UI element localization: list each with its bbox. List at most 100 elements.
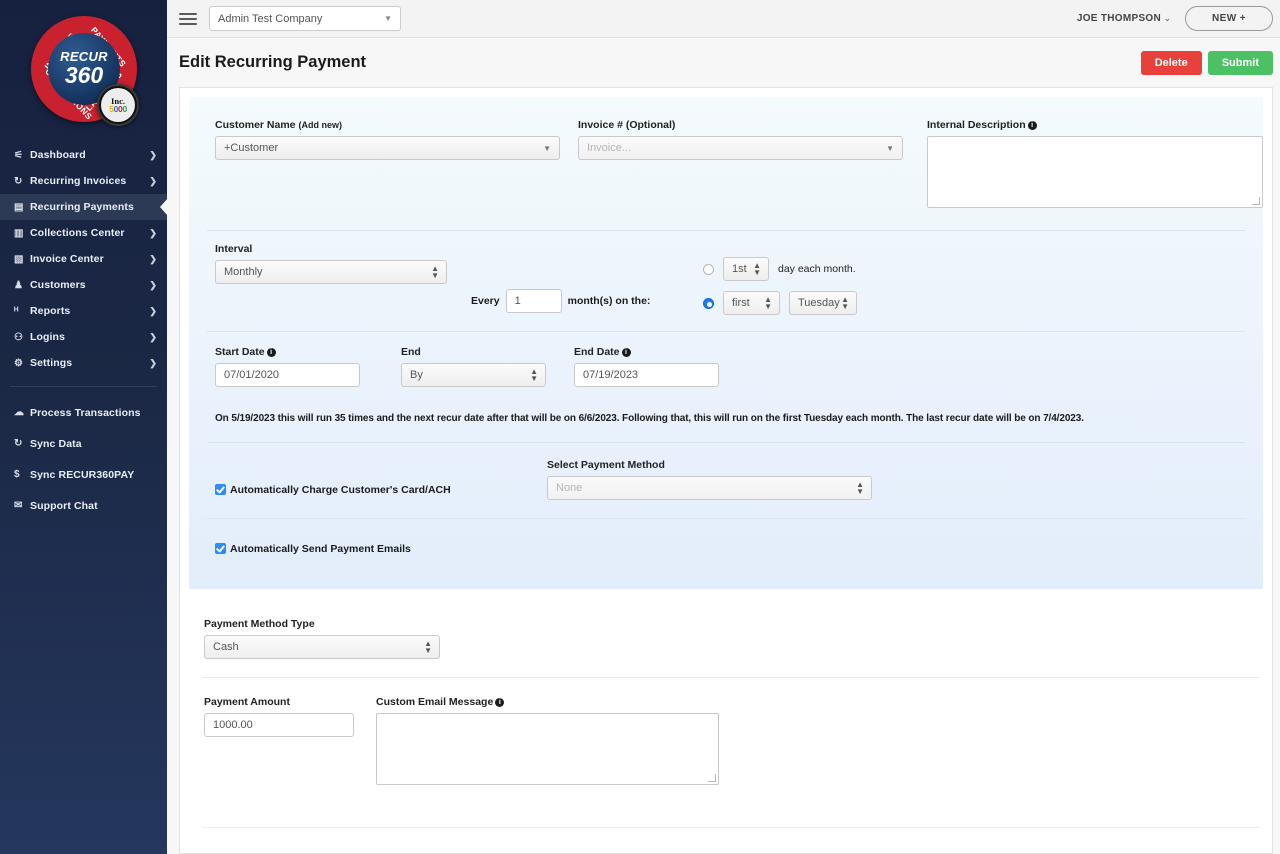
sidebar-item-settings[interactable]: ⚙ Settings ❯ xyxy=(0,350,167,376)
dollar-icon: $ xyxy=(14,469,20,480)
chevron-right-icon: ❯ xyxy=(149,227,157,238)
row-auto-email: Automatically Send Payment Emails xyxy=(189,519,1263,583)
chevron-right-icon: ❯ xyxy=(149,305,157,316)
custom-email-message-textarea[interactable] xyxy=(376,713,719,785)
internal-description-field: Internal Description i xyxy=(927,119,1263,208)
stepper-icon: ▲ ▼ xyxy=(431,264,439,280)
submit-button[interactable]: Submit xyxy=(1207,50,1273,75)
internal-description-textarea[interactable] xyxy=(927,136,1263,208)
customer-name-label: Customer Name (Add new) xyxy=(215,119,342,131)
end-date-label: End Date i xyxy=(574,346,719,358)
payment-method-type-select[interactable]: Cash ▲ ▼ xyxy=(204,635,440,659)
weekday-select[interactable]: Tuesday ▲ ▼ xyxy=(789,291,857,315)
row-dates: Start Date i 07/01/2020 End By ▲ ▼ End D… xyxy=(189,332,1263,395)
sidebar-item-dashboard[interactable]: ⚟ Dashboard ❯ xyxy=(0,142,167,168)
auto-charge-text: Automatically Charge Customer's Card/ACH xyxy=(230,484,451,496)
chevron-down-icon: ▼ xyxy=(543,143,551,153)
sidebar-item-recurring-payments[interactable]: ▤ Recurring Payments xyxy=(0,194,167,220)
info-icon[interactable]: i xyxy=(621,348,631,357)
invoice-select[interactable]: Invoice... ▼ xyxy=(578,136,903,160)
row-auto-charge: Automatically Charge Customer's Card/ACH… xyxy=(189,443,1263,518)
sidebar-item-process-transactions[interactable]: ☁ Process Transactions xyxy=(0,397,167,428)
row-customer-invoice-description: Customer Name (Add new) +Customer ▼ Invo… xyxy=(189,97,1263,230)
day-of-month-radio[interactable] xyxy=(703,263,714,275)
invoice-field: Invoice # (Optional) Invoice... ▼ xyxy=(578,119,903,208)
week-ordinal-select[interactable]: first ▲ ▼ xyxy=(723,291,780,315)
sidebar-item-label: Process Transactions xyxy=(30,406,141,419)
end-field: End By ▲ ▼ xyxy=(401,346,546,387)
end-select[interactable]: By ▲ ▼ xyxy=(401,363,546,387)
sidebar-item-invoice-center[interactable]: ▧ Invoice Center ❯ xyxy=(0,246,167,272)
auto-email-text: Automatically Send Payment Emails xyxy=(230,543,411,555)
start-date-input[interactable]: 07/01/2020 xyxy=(215,363,360,387)
info-icon[interactable]: i xyxy=(266,348,276,357)
sidebar-item-recurring-invoices[interactable]: ↻ Recurring Invoices ❯ xyxy=(0,168,167,194)
company-selector[interactable]: Admin Test Company ▼ xyxy=(209,6,401,31)
sidebar-item-sync-data[interactable]: ↻ Sync Data xyxy=(0,428,167,459)
internal-description-label: Internal Description i xyxy=(927,119,1263,131)
brand-logo[interactable]: INVOICES PAYMENTS COLLECTIONS LATE FEES … xyxy=(0,0,167,140)
customer-field: Customer Name (Add new) +Customer ▼ xyxy=(215,119,560,208)
new-button[interactable]: NEW + xyxy=(1185,6,1273,31)
sidebar-item-label: Customers xyxy=(30,279,86,291)
sidebar-item-sync-recur360pay[interactable]: $ Sync RECUR360PAY xyxy=(0,459,167,490)
recurrence-pattern-group: 1st ▲ ▼ day each month. first ▲ ▼ Tuesda… xyxy=(703,243,857,315)
day-each-month-label: day each month. xyxy=(778,263,856,275)
bar-chart-icon: ᴴ xyxy=(14,305,19,317)
customer-select[interactable]: +Customer ▼ xyxy=(215,136,560,160)
end-date-input[interactable]: 07/19/2023 xyxy=(574,363,719,387)
auto-email-checkbox[interactable] xyxy=(215,543,226,554)
sidebar-item-logins[interactable]: ⚇ Logins ❯ xyxy=(0,324,167,350)
row-schedule-note: On 5/19/2023 this will run 35 times and … xyxy=(189,395,1263,442)
sidebar-item-reports[interactable]: ᴴ Reports ❯ xyxy=(0,298,167,324)
custom-email-message-field: Custom Email Message i xyxy=(376,696,719,785)
info-icon[interactable]: i xyxy=(1027,121,1037,130)
every-count-input[interactable]: 1 xyxy=(505,289,562,313)
add-new-link[interactable]: (Add new) xyxy=(298,120,342,130)
end-label: End xyxy=(401,346,421,358)
auto-charge-field: Automatically Charge Customer's Card/ACH xyxy=(215,482,545,500)
dashboard-icon: ⚟ xyxy=(14,149,24,161)
auto-charge-label[interactable]: Automatically Charge Customer's Card/ACH xyxy=(215,484,451,496)
page-header: Edit Recurring Payment Delete Submit xyxy=(167,38,1280,87)
sidebar-utility-nav: ☁ Process Transactions ↻ Sync Data $ Syn… xyxy=(0,397,167,521)
page-title: Edit Recurring Payment xyxy=(179,53,367,71)
people-icon: ♟ xyxy=(14,279,24,291)
interval-label: Interval xyxy=(215,243,253,255)
payment-method-select[interactable]: None ▲ ▼ xyxy=(547,476,872,500)
main-area: Admin Test Company ▼ JOE THOMPSON ⌄ NEW +… xyxy=(167,0,1280,854)
stepper-icon: ▲ ▼ xyxy=(841,295,849,311)
payment-method-type-field: Payment Method Type Cash ▲ ▼ xyxy=(204,618,440,659)
inc-badge-number: 5000 xyxy=(109,104,127,114)
day-of-week-radio[interactable] xyxy=(703,297,714,309)
payment-amount-field: Payment Amount 1000.00 xyxy=(204,696,354,785)
sidebar-item-collections-center[interactable]: ▥ Collections Center ❯ xyxy=(0,220,167,246)
delete-button[interactable]: Delete xyxy=(1140,50,1202,75)
interval-field: Interval Monthly ▲ ▼ xyxy=(215,243,447,315)
sidebar-item-label: Recurring Payments xyxy=(30,201,134,213)
stepper-icon: ▲ ▼ xyxy=(764,295,772,311)
section-divider xyxy=(202,827,1260,828)
user-add-icon: ⚇ xyxy=(14,331,24,343)
interval-select[interactable]: Monthly ▲ ▼ xyxy=(215,260,447,284)
user-menu[interactable]: JOE THOMPSON ⌄ xyxy=(1077,13,1171,24)
payment-amount-value: 1000.00 xyxy=(213,719,253,731)
interval-select-value: Monthly xyxy=(224,266,263,278)
payment-amount-label: Payment Amount xyxy=(204,696,290,708)
stepper-icon: ▲ ▼ xyxy=(530,367,538,383)
sync-icon: ↻ xyxy=(14,438,23,449)
stepper-icon: ▲ ▼ xyxy=(753,261,761,277)
info-icon[interactable]: i xyxy=(495,698,505,707)
chevron-right-icon: ❯ xyxy=(149,331,157,342)
auto-charge-checkbox[interactable] xyxy=(215,484,226,495)
form-card: Customer Name (Add new) +Customer ▼ Invo… xyxy=(179,87,1273,854)
hamburger-icon[interactable] xyxy=(179,12,197,25)
sidebar-item-support-chat[interactable]: ✉ Support Chat xyxy=(0,490,167,521)
payment-amount-input[interactable]: 1000.00 xyxy=(204,713,354,737)
document-collect-icon: ▥ xyxy=(14,227,24,239)
sidebar-item-customers[interactable]: ♟ Customers ❯ xyxy=(0,272,167,298)
top-bar: Admin Test Company ▼ JOE THOMPSON ⌄ NEW + xyxy=(167,0,1280,38)
auto-email-label[interactable]: Automatically Send Payment Emails xyxy=(215,543,411,555)
interval-every-group: Every 1 month(s) on the: xyxy=(471,243,650,315)
day-of-month-select[interactable]: 1st ▲ ▼ xyxy=(723,257,769,281)
